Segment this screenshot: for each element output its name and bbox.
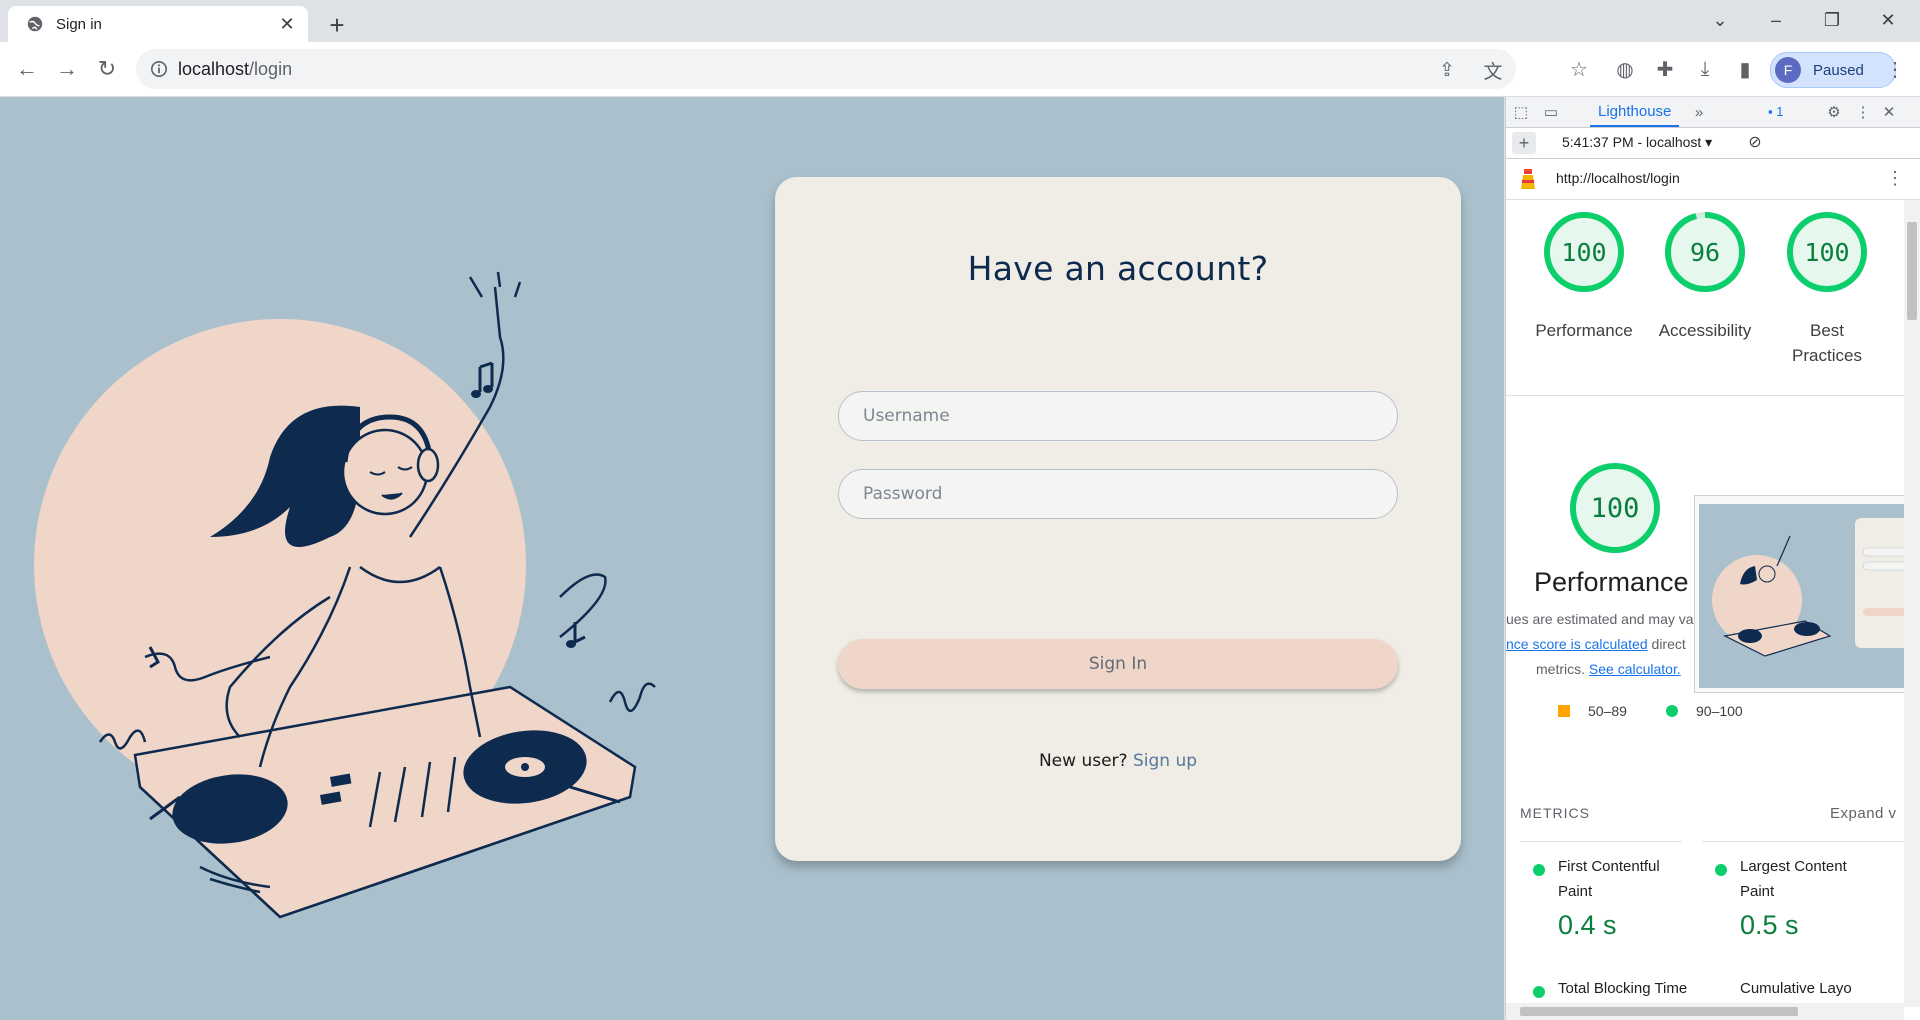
browser-toolbar: ← → ↻ localhost/login 文 ⇪ ☆ ◍ ✚ ⤓ ▮ F Pa… <box>0 42 1920 97</box>
address-bar[interactable]: localhost/login 文 ⇪ <box>136 49 1516 89</box>
reload-icon[interactable]: ↻ <box>92 54 122 84</box>
language-globe-icon[interactable]: ◍ <box>1612 56 1638 82</box>
share-icon[interactable]: ⇪ <box>1436 59 1458 81</box>
metric-value: 0.4 s <box>1558 910 1617 940</box>
score-best-practices: 100 <box>1804 237 1850 267</box>
login-page: Have an account? Username Password Sign … <box>0 97 1504 1020</box>
devtools-panel: ⬚ ▭ Lighthouse » ▪ 1 ⚙ ⋮ ✕ + 5:41:37 PM … <box>1505 97 1920 1020</box>
profile-status: Paused <box>1813 61 1864 79</box>
metric-divider <box>1702 841 1904 842</box>
score-calc-link[interactable]: nce score is calculated <box>1506 636 1648 652</box>
devtools-close-icon[interactable]: ✕ <box>1878 101 1900 123</box>
page-screenshot-thumbnail[interactable] <box>1694 495 1906 693</box>
new-user-line: New user? Sign up <box>775 751 1461 771</box>
score-performance: 100 <box>1561 237 1607 267</box>
clear-block-icon[interactable]: ⊘ <box>1746 133 1764 151</box>
extensions-puzzle-icon[interactable]: ✚ <box>1652 56 1678 82</box>
label-best-practices: Best Practices <box>1792 321 1862 365</box>
label-performance: Performance <box>1535 321 1633 340</box>
metric-label: Largest Content Paint <box>1740 858 1847 900</box>
new-tab-button[interactable]: + <box>322 10 352 40</box>
device-toolbar-icon[interactable]: ▭ <box>1540 101 1562 123</box>
report-selector[interactable]: 5:41:37 PM - localhost ▾ <box>1562 134 1712 151</box>
report-url-bar: http://localhost/login ⋮ <box>1506 159 1920 200</box>
issues-badge[interactable]: ▪ 1 <box>1768 104 1783 119</box>
translate-icon[interactable]: 文 <box>1482 59 1504 83</box>
horizontal-scrollbar[interactable] <box>1506 1003 1904 1020</box>
password-input[interactable]: Password <box>838 469 1398 519</box>
green-dot-icon <box>1715 864 1727 876</box>
profile-button[interactable]: F Paused <box>1770 52 1896 88</box>
scrollbar-thumb[interactable] <box>1907 222 1917 320</box>
devtools-tabbar: ⬚ ▭ Lighthouse » ▪ 1 ⚙ ⋮ ✕ <box>1506 97 1920 128</box>
browser-tab[interactable]: Sign in ✕ <box>8 6 308 42</box>
username-input[interactable]: Username <box>838 391 1398 441</box>
performance-heading: Performance <box>1534 567 1689 597</box>
score-accessibility: 96 <box>1689 237 1721 267</box>
section-divider <box>1506 395 1904 396</box>
metric-label: First Contentful Paint <box>1558 858 1660 900</box>
green-dot-icon <box>1533 986 1545 998</box>
login-card: Have an account? Username Password Sign … <box>775 177 1461 861</box>
minimize-icon[interactable]: – <box>1748 0 1804 40</box>
avatar: F <box>1775 57 1801 83</box>
back-arrow-icon[interactable]: ← <box>12 54 42 84</box>
green-dot-icon <box>1666 705 1678 717</box>
restore-icon[interactable]: ❐ <box>1804 0 1860 40</box>
forward-arrow-icon[interactable]: → <box>52 54 82 84</box>
metric-lcp: Largest Content Paint 0.5 s <box>1715 854 1895 940</box>
devtools-menu-icon[interactable]: ⋮ <box>1852 101 1874 123</box>
username-placeholder: Username <box>863 406 950 426</box>
dj-illustration <box>34 271 656 919</box>
tab-lighthouse[interactable]: Lighthouse <box>1590 97 1680 127</box>
close-tab-icon[interactable]: ✕ <box>274 11 300 37</box>
metric-label: Total Blocking Time <box>1558 980 1688 997</box>
metric-fcp: First Contentful Paint 0.4 s <box>1533 854 1713 940</box>
green-dot-icon <box>1533 864 1545 876</box>
password-placeholder: Password <box>863 484 943 504</box>
metrics-heading: METRICS <box>1520 805 1590 821</box>
tab-strip: Sign in ✕ + ⌄ – ❐ ✕ <box>0 0 1920 42</box>
expand-view-toggle[interactable]: Expand v <box>1830 805 1897 822</box>
screenshot-thumbnail-image <box>1699 504 1905 688</box>
tab-title: Sign in <box>56 15 102 33</box>
chrome-menu-icon[interactable]: ⋮ <box>1882 56 1908 82</box>
scrollbar-thumb[interactable] <box>1520 1007 1798 1016</box>
url-text: localhost/login <box>178 59 293 79</box>
orange-square-icon <box>1558 705 1570 717</box>
bookmark-star-icon[interactable]: ☆ <box>1566 56 1592 82</box>
performance-large-score: 100 <box>1590 492 1640 524</box>
new-user-text: New user? <box>1038 751 1128 771</box>
report-url: http://localhost/login <box>1556 170 1680 186</box>
metric-value: 0.5 s <box>1740 910 1799 940</box>
sign-in-button[interactable]: Sign In <box>838 639 1398 689</box>
login-heading: Have an account? <box>967 249 1269 288</box>
settings-gear-icon[interactable]: ⚙ <box>1823 101 1845 123</box>
side-panel-icon[interactable]: ▮ <box>1732 56 1758 82</box>
window-close-icon[interactable]: ✕ <box>1860 0 1916 40</box>
metric-tbt: Total Blocking Time <box>1533 976 1713 1004</box>
metric-cls: Cumulative Layo <box>1715 976 1895 1004</box>
lighthouse-logo-icon <box>1521 169 1535 189</box>
globe-icon <box>27 16 43 32</box>
new-report-plus-icon[interactable]: + <box>1512 132 1536 154</box>
download-icon[interactable]: ⤓ <box>1692 56 1718 82</box>
vertical-scrollbar[interactable] <box>1904 200 1920 1007</box>
tab-search-icon[interactable]: ⌄ <box>1692 0 1748 40</box>
see-calculator-link[interactable]: See calculator. <box>1589 661 1681 677</box>
metric-divider <box>1520 841 1682 842</box>
label-accessibility: Accessibility <box>1658 321 1752 340</box>
more-tabs-chevron-icon[interactable]: » <box>1688 101 1710 123</box>
legend-good: 90–100 <box>1666 703 1743 719</box>
inspect-element-icon[interactable]: ⬚ <box>1510 101 1532 123</box>
info-icon[interactable] <box>150 60 168 78</box>
lighthouse-toolbar: + 5:41:37 PM - localhost ▾ ⊘ <box>1506 128 1920 159</box>
legend-average: 50–89 <box>1558 703 1627 719</box>
sign-up-link[interactable]: Sign up <box>1133 751 1197 771</box>
metric-label: Cumulative Layo <box>1740 980 1852 997</box>
report-menu-icon[interactable]: ⋮ <box>1886 168 1904 189</box>
